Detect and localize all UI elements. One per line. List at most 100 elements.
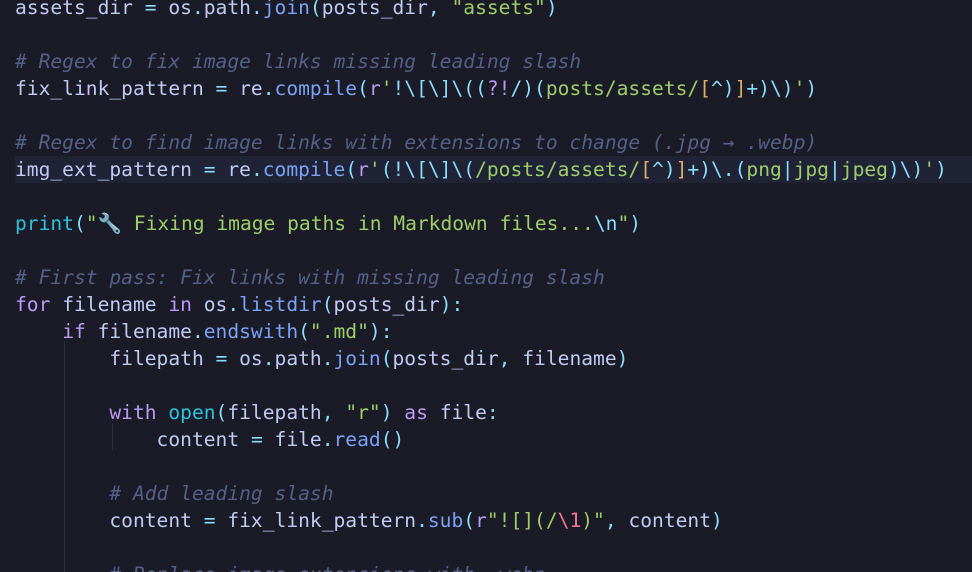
code-token: compile bbox=[274, 77, 358, 100]
code-editor[interactable]: assets_dir = os.path.join(posts_dir, "as… bbox=[0, 0, 972, 572]
code-line[interactable]: for filename in os.listdir(posts_dir): bbox=[15, 291, 463, 318]
code-token: file bbox=[274, 428, 322, 451]
code-token: | bbox=[828, 158, 841, 181]
code-token: )\) bbox=[887, 158, 924, 181]
code-token: ^) bbox=[652, 158, 676, 181]
code-token: ( bbox=[321, 293, 334, 316]
comment-line[interactable]: # Replace image extensions with .webp bbox=[15, 561, 545, 572]
code-token: : bbox=[486, 401, 499, 424]
code-token: = bbox=[203, 509, 228, 532]
code-token: = bbox=[144, 0, 169, 19]
code-token: r bbox=[475, 509, 487, 532]
code-token: . bbox=[321, 347, 334, 370]
code-token: "🔧 Fixing image paths in Markdown files.… bbox=[85, 212, 594, 235]
code-token: r bbox=[368, 77, 381, 100]
code-token: / bbox=[510, 77, 523, 100]
code-token: # First pass: Fix links with missing lea… bbox=[15, 266, 605, 289]
code-token: re bbox=[227, 158, 251, 181]
comment-line[interactable]: # Add leading slash bbox=[15, 480, 333, 507]
code-token: () bbox=[380, 428, 405, 451]
code-token: = bbox=[203, 158, 228, 181]
code-token: ): bbox=[368, 320, 393, 343]
code-token: ' bbox=[380, 77, 393, 100]
code-line[interactable]: with open(filepath, "r") as file: bbox=[15, 399, 499, 426]
code-line[interactable]: if filename.endswith(".md"): bbox=[15, 318, 393, 345]
code-token: . bbox=[227, 293, 240, 316]
comment-line[interactable]: # Regex to find image links with extensi… bbox=[15, 129, 817, 156]
comment-line[interactable]: # First pass: Fix links with missing lea… bbox=[15, 264, 605, 291]
code-token: filename bbox=[62, 293, 169, 316]
code-token: +)\) bbox=[746, 77, 794, 100]
code-token: = bbox=[215, 347, 240, 370]
code-token: . bbox=[191, 0, 204, 19]
code-token: fix_link_pattern bbox=[227, 509, 417, 532]
code-token: jpg bbox=[793, 158, 829, 181]
code-token: content bbox=[15, 428, 251, 451]
code-token: # Replace image extensions with .webp bbox=[109, 563, 545, 572]
code-line[interactable]: print("🔧 Fixing image paths in Markdown … bbox=[15, 210, 641, 237]
code-token: print bbox=[15, 212, 74, 235]
code-line[interactable]: img_ext_pattern = re.compile(r'(!\[\]\(/… bbox=[15, 156, 972, 183]
code-token: [ bbox=[640, 158, 653, 181]
code-token: os bbox=[168, 0, 192, 19]
code-token: ".md" bbox=[309, 320, 369, 343]
code-token: ) bbox=[935, 158, 947, 181]
code-token: . bbox=[416, 509, 428, 532]
code-token: listdir bbox=[239, 293, 322, 316]
code-token: !\[\]\(( bbox=[392, 77, 487, 100]
code-token: ): bbox=[439, 293, 464, 316]
code-token: sub bbox=[427, 509, 464, 532]
code-token: , bbox=[498, 347, 523, 370]
code-line[interactable]: content = file.read() bbox=[15, 426, 405, 453]
code-token: content bbox=[15, 509, 204, 532]
code-token: ] bbox=[675, 158, 688, 181]
code-token: . bbox=[262, 347, 275, 370]
code-line[interactable]: filepath = os.path.join(posts_dir, filen… bbox=[15, 345, 628, 372]
code-token: in bbox=[168, 293, 204, 316]
code-token: path bbox=[203, 0, 251, 19]
code-token: filepath bbox=[227, 401, 322, 424]
code-token: . bbox=[250, 158, 263, 181]
code-token: "r" bbox=[345, 401, 381, 424]
code-line[interactable]: content = fix_link_pattern.sub(r"![](/\1… bbox=[15, 507, 722, 534]
code-token: fix_link_pattern bbox=[15, 77, 216, 100]
code-token: # Regex to fix image links missing leadi… bbox=[15, 50, 582, 73]
indent-guide bbox=[64, 341, 65, 572]
code-token: /posts/assets/ bbox=[475, 158, 641, 181]
code-token: \1 bbox=[557, 509, 582, 532]
code-token: = bbox=[215, 77, 240, 100]
code-token: . bbox=[191, 320, 204, 343]
code-token: ) bbox=[805, 77, 818, 100]
code-token: os bbox=[203, 293, 228, 316]
code-token: ( bbox=[73, 212, 86, 235]
comment-line[interactable]: # Regex to fix image links missing leadi… bbox=[15, 48, 581, 75]
code-token: os bbox=[239, 347, 263, 370]
code-token: ) bbox=[616, 347, 629, 370]
code-token: re bbox=[239, 77, 263, 100]
code-token: for bbox=[15, 293, 63, 316]
code-token: with bbox=[109, 401, 169, 424]
code-token: ' bbox=[368, 158, 381, 181]
code-token: ( bbox=[345, 158, 358, 181]
code-token: as bbox=[404, 401, 440, 424]
code-token: )" bbox=[581, 509, 605, 532]
code-token: ( bbox=[298, 320, 310, 343]
code-token: path bbox=[274, 347, 322, 370]
code-line[interactable]: assets_dir = os.path.join(posts_dir, "as… bbox=[15, 0, 558, 21]
code-token: ' bbox=[923, 158, 936, 181]
code-line[interactable]: fix_link_pattern = re.compile(r'!\[\]\((… bbox=[15, 75, 817, 102]
code-token: , bbox=[427, 0, 452, 19]
code-token: ( bbox=[463, 509, 476, 532]
code-token: posts/assets/ bbox=[545, 77, 700, 100]
code-token: file bbox=[439, 401, 487, 424]
code-token: read bbox=[333, 428, 381, 451]
code-token: if bbox=[62, 320, 98, 343]
code-token: "![](/ bbox=[486, 509, 558, 532]
code-token: posts_dir bbox=[392, 347, 499, 370]
code-token: assets_dir bbox=[15, 0, 145, 19]
code-token: , bbox=[321, 401, 346, 424]
code-token: ) bbox=[545, 0, 558, 19]
code-token: posts_dir bbox=[321, 0, 428, 19]
